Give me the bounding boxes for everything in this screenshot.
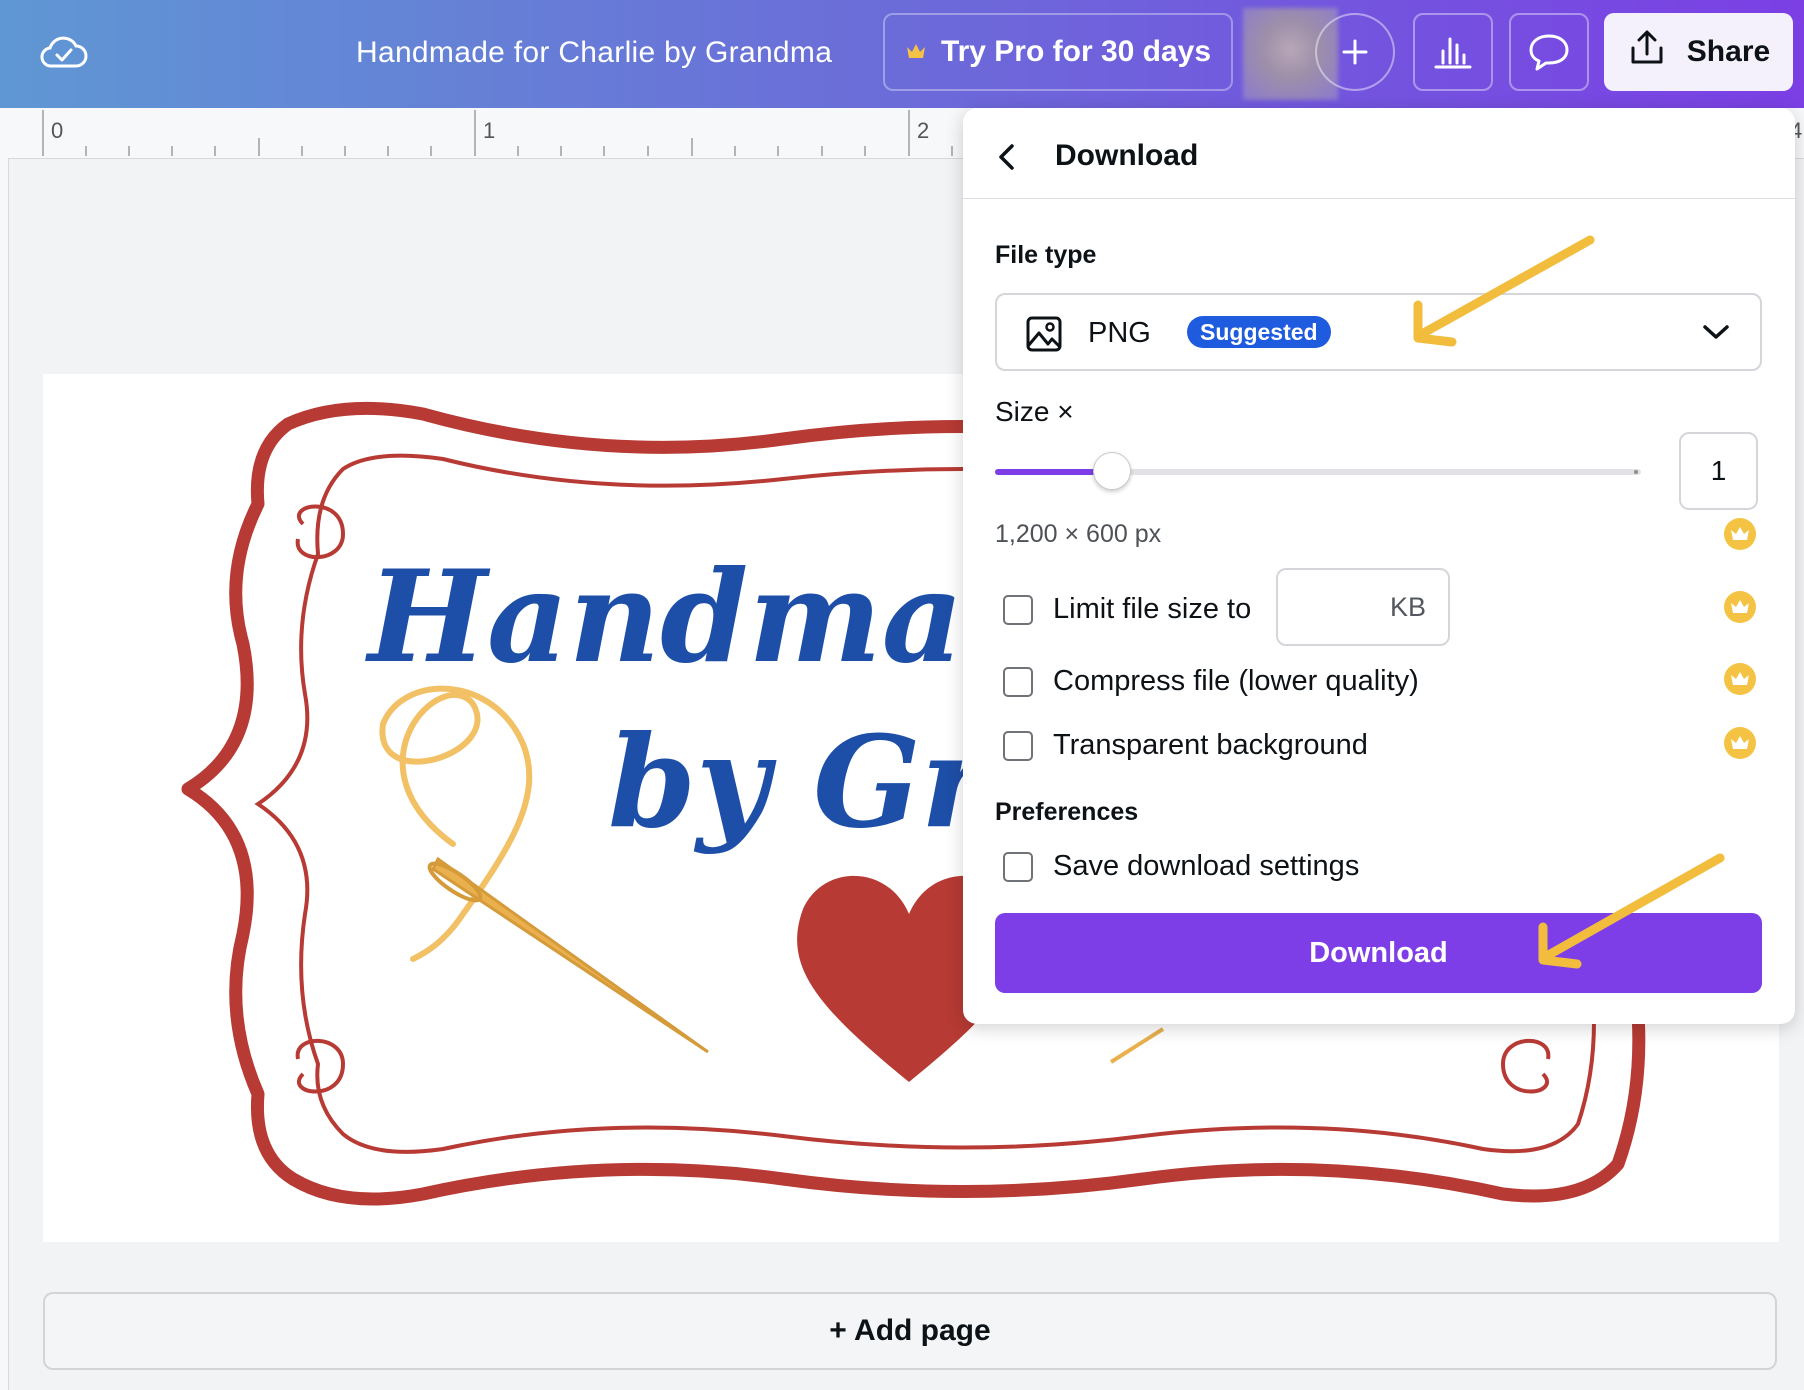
output-dimensions: 1,200 × 600 px (995, 520, 1162, 548)
share-label: Share (1686, 35, 1771, 68)
file-size-kb-input[interactable]: KB (1276, 568, 1450, 646)
file-type-select[interactable]: PNG Suggested (995, 293, 1762, 371)
file-type-label: File type (995, 241, 1097, 269)
pro-crown-icon (1724, 663, 1756, 695)
pro-crown-icon (1724, 727, 1756, 759)
image-icon (1025, 315, 1063, 358)
download-panel: Download File type PNG Suggested Size × … (963, 108, 1795, 1024)
size-slider-handle[interactable] (1093, 452, 1131, 490)
share-icon (1627, 28, 1667, 76)
panel-title: Download (1055, 139, 1199, 172)
pro-crown-icon (1724, 591, 1756, 623)
chevron-down-icon (1702, 323, 1730, 346)
share-button[interactable]: Share (1604, 13, 1793, 91)
compress-file-option[interactable]: Compress file (lower quality) (1003, 665, 1419, 698)
size-label: Size × (995, 396, 1074, 427)
comment-icon (1529, 34, 1569, 71)
cloud-saved-icon[interactable] (38, 30, 90, 76)
size-slider-end-dot (1634, 470, 1638, 474)
save-download-settings-checkbox[interactable] (1003, 851, 1033, 882)
try-pro-button[interactable]: Try Pro for 30 days (883, 13, 1233, 91)
size-multiplier-input[interactable]: 1 (1679, 432, 1758, 510)
pro-crown-icon (1724, 518, 1756, 550)
plus-icon (1342, 39, 1368, 65)
compress-file-checkbox[interactable] (1003, 666, 1033, 697)
size-slider[interactable] (995, 452, 1641, 492)
compress-file-label: Compress file (lower quality) (1053, 665, 1419, 697)
add-collaborator-button[interactable] (1315, 13, 1395, 91)
document-title[interactable]: Handmade for Charlie by Grandma (356, 36, 832, 70)
back-chevron-icon[interactable] (993, 140, 1023, 174)
transparent-background-label: Transparent background (1053, 729, 1368, 761)
comments-button[interactable] (1509, 13, 1589, 91)
try-pro-label: Try Pro for 30 days (940, 35, 1212, 68)
vertical-ruler (0, 158, 9, 1390)
download-button[interactable]: Download (995, 913, 1762, 993)
preferences-label: Preferences (995, 798, 1139, 826)
limit-file-size-option[interactable]: Limit file size to (1003, 593, 1251, 626)
bar-chart-icon (1434, 37, 1472, 69)
file-type-value: PNG (1088, 317, 1151, 349)
add-page-button[interactable]: + Add page (43, 1292, 1777, 1370)
save-download-settings-label: Save download settings (1053, 850, 1360, 882)
ruler-mark-2: 2 (917, 118, 930, 143)
transparent-background-checkbox[interactable] (1003, 730, 1033, 761)
limit-file-size-checkbox[interactable] (1003, 594, 1033, 625)
insights-button[interactable] (1413, 13, 1493, 91)
ruler-mark-0: 0 (51, 118, 64, 143)
save-download-settings-option[interactable]: Save download settings (1003, 850, 1359, 883)
limit-file-size-label: Limit file size to (1053, 593, 1252, 625)
suggested-badge: Suggested (1187, 316, 1331, 348)
ruler-mark-1: 1 (483, 118, 496, 143)
download-panel-header: Download (963, 108, 1795, 199)
transparent-background-option[interactable]: Transparent background (1003, 729, 1368, 762)
editor-topbar: Handmade for Charlie by Grandma Try Pro … (0, 0, 1804, 108)
crown-icon (905, 35, 927, 69)
